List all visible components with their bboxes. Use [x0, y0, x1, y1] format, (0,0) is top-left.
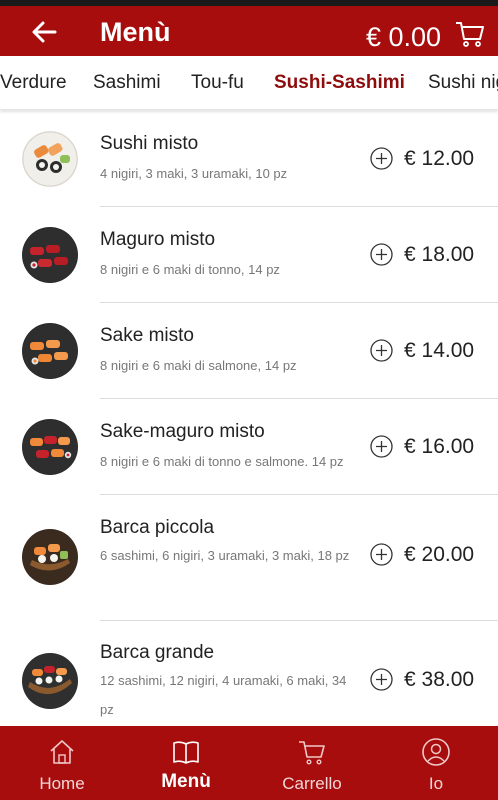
cart-icon [456, 22, 484, 47]
back-button[interactable] [26, 15, 62, 49]
dish-image [22, 419, 78, 475]
tab-sushi-sashimi[interactable]: Sushi-Sashimi [274, 71, 405, 95]
plus-circle-icon [370, 243, 393, 266]
nav-home[interactable]: Home [0, 726, 124, 800]
add-to-cart-button[interactable] [370, 668, 393, 691]
arrow-left-icon [32, 21, 57, 43]
add-to-cart-button[interactable] [370, 243, 393, 266]
list-item[interactable]: Maguro misto 8 nigiri e 6 maki di tonno,… [0, 207, 498, 303]
nav-menu[interactable]: Menù [124, 726, 248, 800]
nav-label: Io [428, 774, 444, 793]
add-to-cart-button[interactable] [370, 543, 393, 566]
header-cart-button[interactable] [454, 18, 486, 50]
item-price: € 12.00 [404, 147, 475, 170]
item-description: 8 nigiri e 6 maki di tonno, 14 pz [100, 262, 280, 277]
tab-tou-fu[interactable]: Tou-fu [191, 71, 244, 95]
item-description: 8 nigiri e 6 maki di tonno e salmone. 14… [100, 454, 344, 469]
user-icon [422, 738, 450, 766]
item-description: 6 sashimi, 6 nigiri, 3 uramaki, 3 maki, … [100, 548, 350, 563]
item-description: 12 sashimi, 12 nigiri, 4 uramaki, 6 maki… [100, 673, 347, 717]
dish-image [22, 227, 78, 283]
item-name: Barca piccola [100, 517, 215, 538]
add-to-cart-button[interactable] [370, 147, 393, 170]
dish-image [22, 529, 78, 585]
dish-image [22, 323, 78, 379]
plus-circle-icon [370, 339, 393, 362]
nav-profile[interactable]: Io [374, 726, 498, 800]
cart-total: € 0.00 [366, 22, 442, 52]
item-description: 8 nigiri e 6 maki di salmone, 14 pz [100, 358, 297, 373]
item-name: Sake misto [100, 325, 194, 346]
list-item[interactable]: Barca piccola 6 sashimi, 6 nigiri, 3 ura… [0, 495, 498, 621]
plus-circle-icon [370, 147, 393, 170]
item-name: Sake-maguro misto [100, 421, 265, 442]
page-title: Menù [100, 17, 171, 47]
item-price: € 14.00 [404, 339, 475, 362]
plus-circle-icon [370, 668, 393, 691]
item-name: Barca grande [100, 642, 215, 663]
category-tabs: Verdure Sashimi Tou-fu Sushi-Sashimi Sus… [0, 56, 498, 110]
dish-image [22, 653, 78, 709]
dish-image [22, 131, 78, 187]
menu-list: Sushi misto 4 nigiri, 3 maki, 3 uramaki,… [0, 111, 498, 726]
nav-label: Carrello [282, 774, 342, 793]
add-to-cart-button[interactable] [370, 435, 393, 458]
list-item[interactable]: Sake misto 8 nigiri e 6 maki di salmone,… [0, 303, 498, 399]
item-description: 4 nigiri, 3 maki, 3 uramaki, 10 pz [100, 166, 288, 181]
book-icon [173, 741, 199, 764]
nav-label: Home [39, 774, 85, 793]
item-price: € 16.00 [404, 435, 475, 458]
tab-sushi-nigiri[interactable]: Sushi nig [428, 71, 498, 95]
cart-icon [299, 741, 325, 765]
item-name: Maguro misto [100, 229, 216, 250]
app-header: Menù € 0.00 [0, 6, 498, 56]
list-item[interactable]: Sushi misto 4 nigiri, 3 maki, 3 uramaki,… [0, 111, 498, 207]
tab-sashimi[interactable]: Sashimi [93, 71, 161, 95]
tab-verdure[interactable]: Verdure [0, 71, 67, 95]
nav-label: Menù [161, 771, 211, 792]
nav-cart[interactable]: Carrello [250, 726, 374, 800]
list-item[interactable]: Barca grande 12 sashimi, 12 nigiri, 4 ur… [0, 621, 498, 726]
item-name: Sushi misto [100, 133, 199, 154]
item-price: € 38.00 [404, 668, 475, 691]
item-price: € 18.00 [404, 243, 475, 266]
list-item[interactable]: Sake-maguro misto 8 nigiri e 6 maki di t… [0, 399, 498, 495]
plus-circle-icon [370, 543, 393, 566]
bottom-navigation: Home Menù Carrello Io [0, 726, 498, 800]
plus-circle-icon [370, 435, 393, 458]
home-icon [50, 740, 74, 764]
item-price: € 20.00 [404, 543, 475, 566]
add-to-cart-button[interactable] [370, 339, 393, 362]
